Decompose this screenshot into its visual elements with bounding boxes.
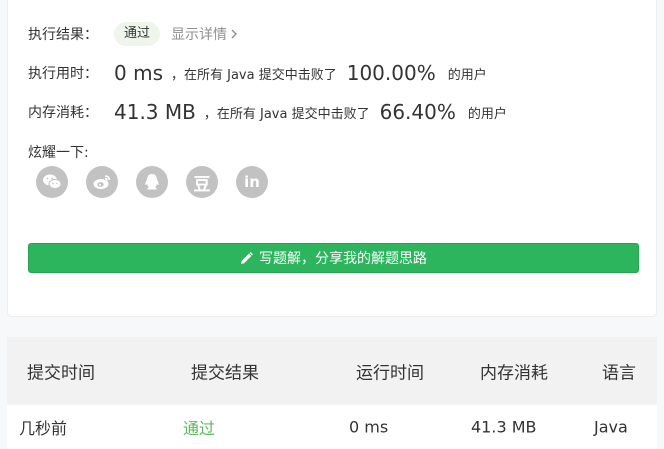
table-row[interactable]: 几秒前 通过 0 ms 41.3 MB Java <box>7 405 657 449</box>
share-icons: 豆 in <box>36 166 286 198</box>
submission-result-card: 执行结果： 通过 显示详情 执行用时： 0 ms ，在所有 Java 提交中击败… <box>7 0 657 317</box>
runtime-label: 执行用时： <box>28 66 98 82</box>
weibo-icon <box>93 175 111 189</box>
share-row: 炫耀一下: <box>28 142 89 162</box>
douban-share-button[interactable]: 豆 <box>186 166 218 198</box>
header-memory: 内存消耗 <box>480 363 548 384</box>
show-details-link[interactable]: 显示详情 <box>171 24 238 44</box>
runtime-value: 0 ms <box>114 61 163 85</box>
runtime-mid-text: ，在所有 Java 提交中击败了 <box>170 67 337 83</box>
runtime-row: 执行用时： 0 ms ，在所有 Java 提交中击败了 100.00% 的用户 <box>28 61 487 85</box>
memory-percent: 66.40% <box>379 100 456 124</box>
header-submit-time: 提交时间 <box>27 363 95 384</box>
row-language: Java <box>594 417 628 437</box>
memory-row: 内存消耗： 41.3 MB ，在所有 Java 提交中击败了 66.40% 的用… <box>28 100 507 124</box>
status-badge: 通过 <box>114 22 161 46</box>
weibo-share-button[interactable] <box>86 166 118 198</box>
row-result-link[interactable]: 通过 <box>183 415 215 439</box>
header-submit-result: 提交结果 <box>191 363 259 384</box>
qq-icon <box>145 174 159 190</box>
header-runtime: 运行时间 <box>356 363 424 384</box>
memory-mid-text: ，在所有 Java 提交中击败了 <box>203 106 370 122</box>
share-label: 炫耀一下: <box>28 145 89 161</box>
row-runtime: 0 ms <box>349 417 389 437</box>
result-label: 执行结果： <box>28 27 98 43</box>
row-memory: 41.3 MB <box>471 417 537 437</box>
header-language: 语言 <box>602 363 636 384</box>
chevron-right-icon <box>231 29 238 39</box>
linkedin-share-button[interactable]: in <box>236 166 268 198</box>
table-header: 提交时间 提交结果 运行时间 内存消耗 语言 <box>7 337 657 405</box>
runtime-percent: 100.00% <box>346 61 436 85</box>
pencil-icon <box>241 251 253 264</box>
show-details-label: 显示详情 <box>171 27 228 43</box>
linkedin-icon: in <box>244 173 260 191</box>
memory-value: 41.3 MB <box>114 100 196 124</box>
submissions-table: 提交时间 提交结果 运行时间 内存消耗 语言 几秒前 通过 0 ms 41.3 … <box>7 337 657 449</box>
memory-tail-text: 的用户 <box>467 106 507 122</box>
runtime-tail-text: 的用户 <box>447 67 487 83</box>
memory-label: 内存消耗： <box>28 105 98 121</box>
douban-icon: 豆 <box>193 174 211 195</box>
write-solution-button[interactable]: 写题解，分享我的解题思路 <box>28 243 639 273</box>
result-row: 执行结果： 通过 显示详情 <box>28 22 238 46</box>
wechat-share-button[interactable] <box>36 166 68 198</box>
row-submit-time: 几秒前 <box>19 419 68 438</box>
write-solution-label: 写题解，分享我的解题思路 <box>259 251 427 267</box>
qq-share-button[interactable] <box>136 166 168 198</box>
wechat-icon <box>43 174 62 190</box>
